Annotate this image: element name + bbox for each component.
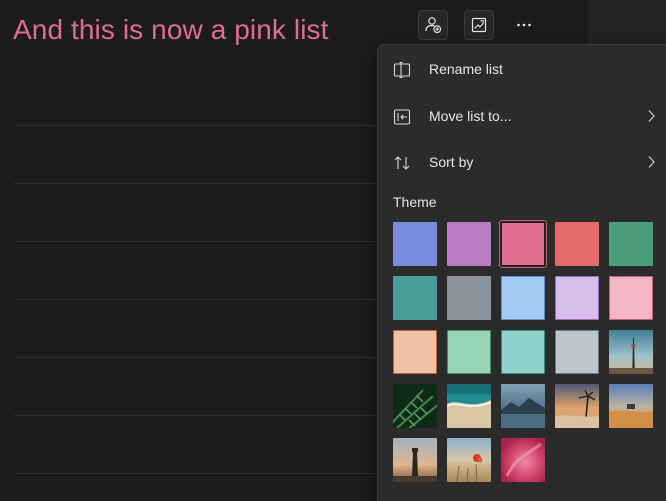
menu-item-move-list[interactable]: Move list to...	[378, 96, 666, 136]
side-panel-edge	[588, 0, 666, 44]
task-separator	[14, 241, 384, 242]
theme-swatch-photo-tower[interactable]	[609, 330, 653, 374]
share-person-icon	[425, 17, 442, 34]
theme-swatch-photo-fern[interactable]	[393, 384, 437, 428]
theme-heading: Theme	[393, 194, 437, 210]
tasks-app: And this is now a pink list Rename list …	[0, 0, 666, 501]
task-separator	[14, 299, 384, 300]
task-separator	[14, 125, 384, 126]
suggestions-button[interactable]	[464, 10, 494, 40]
move-list-icon	[393, 109, 411, 125]
theme-swatch-photo-beach[interactable]	[447, 384, 491, 428]
task-separator	[14, 357, 384, 358]
poppy-photo-image	[447, 438, 491, 482]
task-list-area	[14, 0, 384, 501]
lake-photo-image	[501, 384, 545, 428]
task-separator	[14, 183, 384, 184]
theme-swatch-green[interactable]	[609, 222, 653, 266]
theme-swatch-aqua[interactable]	[501, 330, 545, 374]
menu-item-label: Rename list	[429, 61, 503, 77]
theme-swatch-photo-lighthouse[interactable]	[393, 438, 437, 482]
beach-photo-image	[447, 384, 491, 428]
share-list-button[interactable]	[418, 10, 448, 40]
fern-photo-image	[393, 384, 437, 428]
chevron-right-icon	[648, 110, 655, 122]
theme-swatch-photo-poppy[interactable]	[447, 438, 491, 482]
tower-photo-image	[609, 330, 653, 374]
theme-swatch-photo-lake[interactable]	[501, 384, 545, 428]
lighthouse-photo-image	[393, 438, 437, 482]
theme-swatch-light-pink[interactable]	[609, 276, 653, 320]
menu-item-label: Sort by	[429, 154, 474, 170]
suggestions-icon	[471, 17, 487, 33]
theme-swatch-pink[interactable]	[499, 220, 547, 268]
theme-swatch-light-gray[interactable]	[555, 330, 599, 374]
theme-swatch-photo-palms[interactable]	[555, 384, 599, 428]
desert-photo-image	[609, 384, 653, 428]
theme-swatch-teal[interactable]	[393, 276, 437, 320]
theme-swatch-light-blue[interactable]	[501, 276, 545, 320]
more-options-button[interactable]	[509, 10, 539, 40]
palms-photo-image	[555, 384, 599, 428]
menu-item-label: Move list to...	[429, 108, 512, 124]
more-horizontal-icon	[517, 23, 531, 27]
theme-swatch-red[interactable]	[555, 222, 599, 266]
theme-swatch-lavender[interactable]	[555, 276, 599, 320]
petal-photo-image	[501, 438, 545, 482]
task-separator	[14, 415, 384, 416]
task-separator	[14, 473, 384, 474]
theme-swatch-mint[interactable]	[447, 330, 491, 374]
theme-swatch-photo-petal[interactable]	[501, 438, 545, 482]
chevron-right-icon	[648, 156, 655, 168]
list-options-menu: Rename list Move list to... Sort by Them…	[377, 44, 666, 501]
theme-swatch-purple[interactable]	[447, 222, 491, 266]
rename-icon	[393, 61, 411, 79]
sort-icon	[394, 156, 410, 170]
theme-swatch-photo-desert[interactable]	[609, 384, 653, 428]
theme-swatch-blue[interactable]	[393, 222, 437, 266]
menu-item-rename-list[interactable]: Rename list	[378, 49, 666, 89]
theme-swatch-peach[interactable]	[393, 330, 437, 374]
menu-item-sort-by[interactable]: Sort by	[378, 142, 666, 182]
theme-swatch-gray[interactable]	[447, 276, 491, 320]
